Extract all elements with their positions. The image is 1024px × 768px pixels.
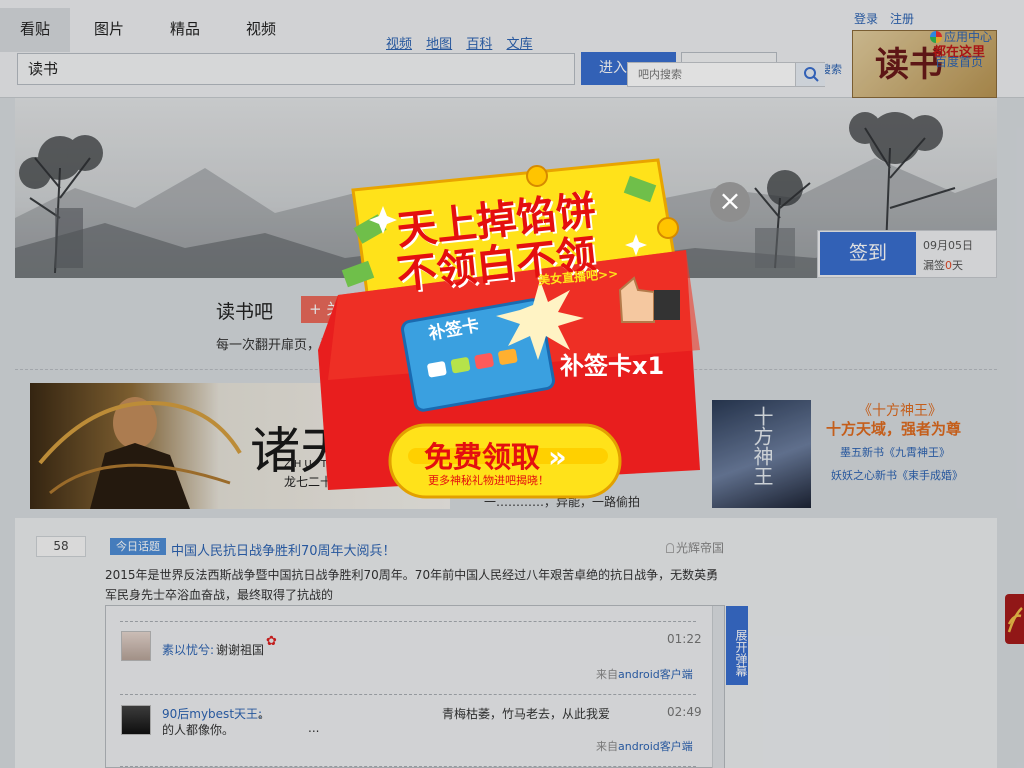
claim-button[interactable]: 免费领取» [424,434,624,476]
promo-popup: 天上掉馅饼 不领白不领 美女直播吧>> 补签卡 补签卡x1 免费领取» 更多神秘… [308,150,708,510]
claim-subtext: 更多神秘礼物进吧揭晓！ [428,474,549,487]
coin-icon [657,217,679,239]
reward-text: 补签卡x1 [560,352,665,380]
double-chevron-icon: » [548,440,567,474]
close-icon[interactable]: × [710,182,750,222]
claim-button-label: 免费领取 [424,440,541,474]
